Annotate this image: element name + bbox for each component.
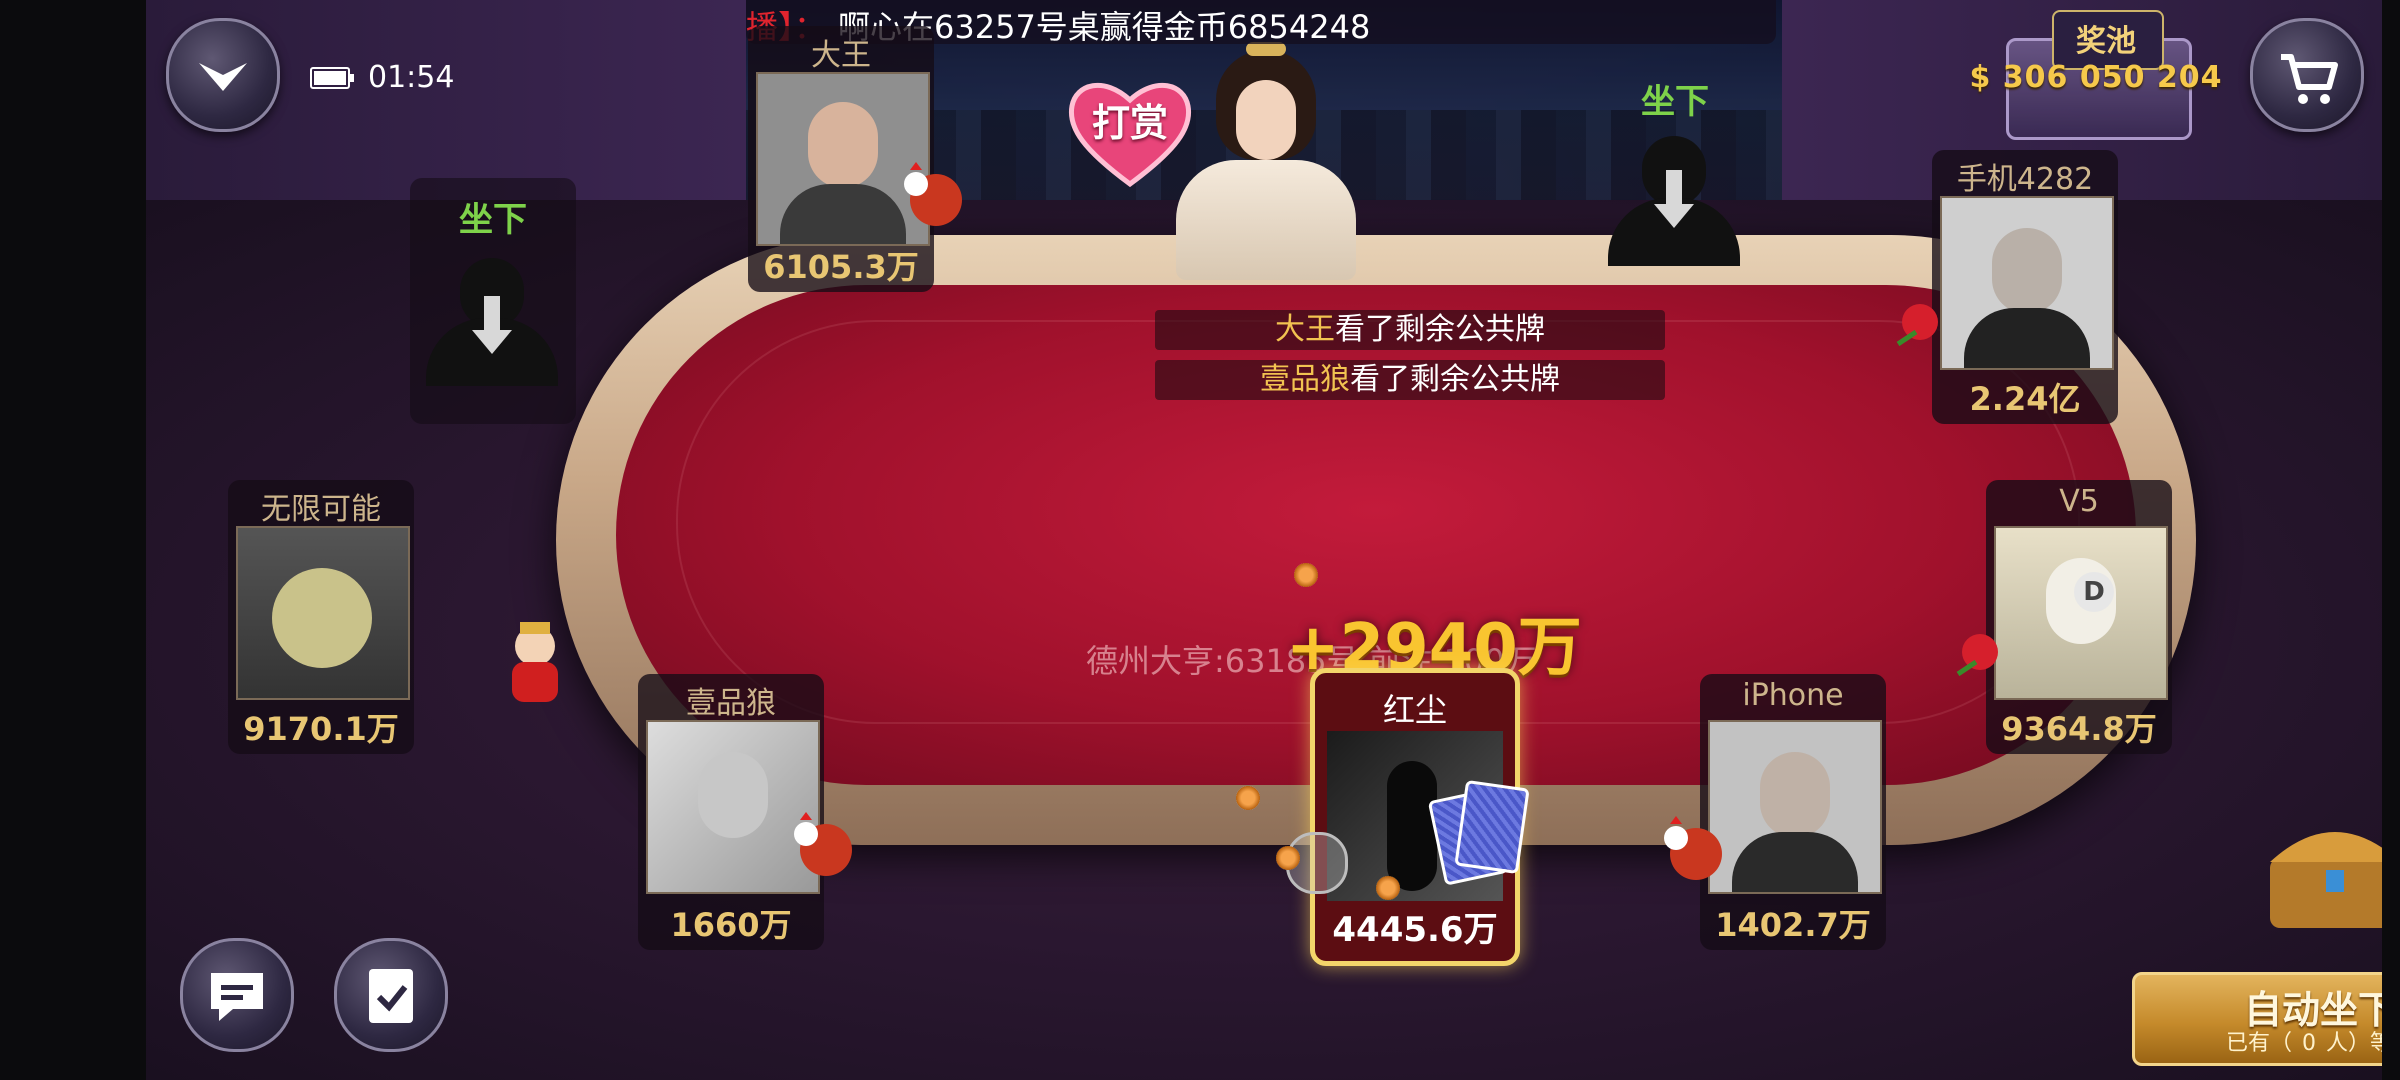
- tip-button[interactable]: 打赏: [1064, 72, 1196, 190]
- rooster-icon: [1664, 816, 1722, 880]
- wait-count: 0: [2302, 1031, 2316, 1056]
- cart-icon: [2281, 54, 2338, 104]
- bet-chip: [1276, 846, 1300, 870]
- rooster-icon: [904, 162, 962, 226]
- wait-suffix: 人）等待: [2326, 1031, 2382, 1056]
- bet-chip: [1236, 786, 1260, 810]
- silhouette: [1387, 761, 1437, 891]
- wait-prefix: 已有（: [2225, 1031, 2292, 1056]
- player-seat-shouji4282[interactable]: 手机4282 2.24亿: [1932, 150, 2118, 424]
- avatar-face: [808, 102, 878, 188]
- player-seat-wuxiankeneng[interactable]: 无限可能 9170.1万: [228, 480, 414, 754]
- card-back: [1454, 779, 1530, 875]
- task-button[interactable]: [334, 938, 448, 1052]
- player-chips: 9170.1万: [243, 710, 399, 748]
- right-black-bar: [2382, 0, 2400, 1080]
- my-chips: 4445.6万: [1332, 910, 1498, 950]
- fortune-god-icon: [512, 622, 558, 702]
- sit-down-label: 坐下: [1641, 82, 1709, 122]
- avatar-face: [1992, 228, 2062, 314]
- jackpot-amount: $ 306 050 204: [1969, 60, 2223, 95]
- dealer-marker: D: [2074, 572, 2114, 612]
- rooster-icon: [794, 812, 852, 876]
- player-avatar: [1940, 196, 2114, 370]
- chat-icon: [211, 973, 263, 1021]
- arrow-down-icon: [1654, 170, 1694, 228]
- tip-label: 打赏: [1091, 101, 1168, 145]
- menu-button[interactable]: [166, 18, 280, 132]
- avatar-face: [1760, 752, 1830, 838]
- auto-sit-wait: 已有（ 0 人）等待: [2135, 1025, 2382, 1057]
- player-chips: 1402.7万: [1715, 906, 1871, 944]
- log-action: 看了剩余公共牌: [1335, 312, 1545, 347]
- player-name: 手机4282: [1956, 162, 2094, 197]
- log-action: 看了剩余公共牌: [1350, 362, 1560, 397]
- hole-cards: [1427, 779, 1530, 886]
- player-name: 大王: [811, 38, 871, 73]
- rose-icon: [1896, 304, 1938, 347]
- left-black-bar: [0, 0, 146, 1080]
- log-player: 壹品狼: [1260, 362, 1350, 397]
- player-name: iPhone: [1742, 678, 1844, 713]
- auto-sit-button[interactable]: 自动坐下 已有（0人）等待: [2132, 972, 2382, 1066]
- player-name: 无限可能: [261, 492, 381, 527]
- player-avatar: [1994, 526, 2168, 700]
- dealer-face: [1236, 80, 1296, 160]
- empty-seat-top[interactable]: 坐下: [1592, 60, 1758, 290]
- bet-chip: [1376, 876, 1400, 900]
- action-log-line: 壹品狼看了剩余公共牌: [1155, 360, 1665, 400]
- player-chips: 9364.8万: [2001, 710, 2157, 748]
- task-icon: [369, 969, 413, 1023]
- player-seat-v5[interactable]: V5 9364.8万: [1986, 480, 2172, 754]
- player-avatar: [236, 526, 410, 700]
- player-seat-dawang[interactable]: 大王 6105.3万: [748, 26, 934, 292]
- avatar-torso: [1732, 832, 1858, 892]
- log-player: 大王: [1275, 312, 1335, 347]
- treasure-icon[interactable]: [2260, 810, 2382, 934]
- jackpot-label: 奖池: [2076, 24, 2136, 59]
- chevron-down-icon: [199, 63, 247, 91]
- shop-button[interactable]: [2250, 18, 2364, 132]
- player-chips: 2.24亿: [1969, 380, 2081, 418]
- action-log-line: 大王看了剩余公共牌: [1155, 310, 1665, 350]
- teapot-image: [272, 568, 372, 668]
- player-avatar: [1708, 720, 1882, 894]
- avatar-torso: [1964, 308, 2090, 368]
- chat-button[interactable]: [180, 938, 294, 1052]
- sit-down-label: 坐下: [459, 200, 527, 240]
- empty-seat-left[interactable]: 坐下: [410, 178, 576, 424]
- rose-icon: [1956, 634, 1998, 677]
- player-chips: 1660万: [670, 906, 792, 944]
- game-stage: 播】： 啊心在63257号桌赢得金币6854248 打赏 01:54 奖池 $ …: [146, 0, 2382, 1080]
- pot-chip: [1294, 563, 1318, 587]
- jackpot[interactable]: 奖池 $ 306 050 204: [1966, 0, 2226, 140]
- player-chips: 6105.3万: [763, 248, 919, 286]
- arrow-down-icon: [472, 296, 512, 354]
- dealer-dress: [1176, 160, 1356, 280]
- avatar-torso: [780, 184, 906, 244]
- player-name: V5: [2059, 484, 2099, 519]
- my-name: 红尘: [1382, 691, 1447, 729]
- avatar-face: [698, 752, 768, 838]
- player-name: 壹品狼: [686, 686, 776, 721]
- battery-icon: [310, 67, 354, 89]
- clock: 01:54: [368, 60, 455, 95]
- player-seat-iphone[interactable]: iPhone 1402.7万: [1700, 674, 1886, 950]
